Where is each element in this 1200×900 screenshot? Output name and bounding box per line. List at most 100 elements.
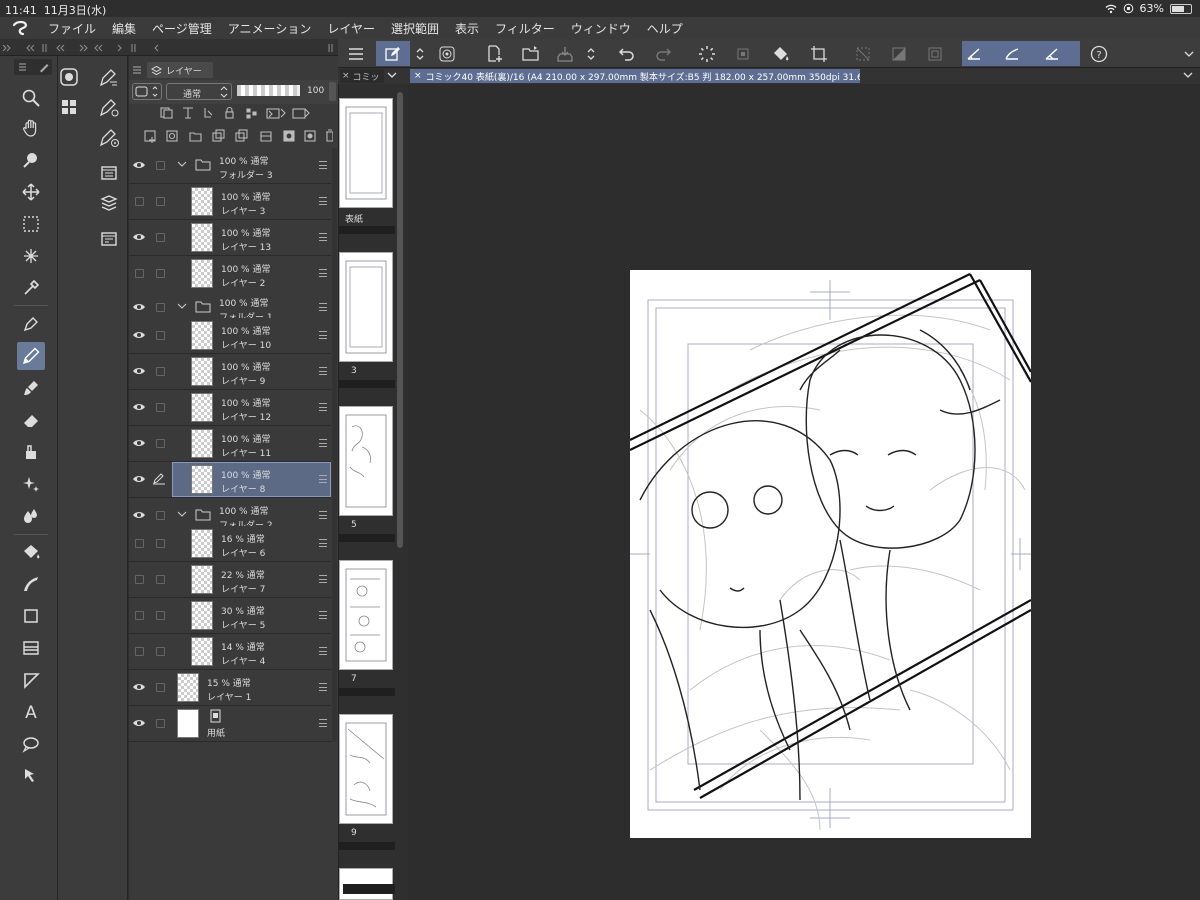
subtool-pencil-settings-icon[interactable] bbox=[96, 94, 122, 120]
subtool-stack-icon[interactable] bbox=[96, 190, 122, 216]
layer-menu-icon[interactable] bbox=[319, 197, 327, 205]
selection-border-icon[interactable] bbox=[922, 41, 948, 66]
layer-menu-icon[interactable] bbox=[319, 367, 327, 375]
open-file-icon[interactable] bbox=[518, 41, 544, 66]
visibility-off-box[interactable] bbox=[135, 647, 144, 656]
layer-lock-checkbox[interactable] bbox=[156, 269, 165, 278]
subtool-pencil-sync-icon[interactable] bbox=[96, 124, 122, 150]
subtool-window-icon[interactable] bbox=[96, 160, 122, 186]
visibility-eye-icon[interactable] bbox=[132, 474, 146, 484]
page-strip-scrollbar[interactable] bbox=[397, 92, 403, 548]
layer-lock-checkbox[interactable] bbox=[156, 511, 165, 520]
menu-help[interactable]: ヘルプ bbox=[639, 20, 691, 37]
layer-menu-icon[interactable] bbox=[319, 331, 327, 339]
visibility-eye-icon[interactable] bbox=[132, 366, 146, 376]
visibility-eye-icon[interactable] bbox=[132, 232, 146, 242]
layer-menu-icon[interactable] bbox=[319, 403, 327, 411]
layer-lock-checkbox[interactable] bbox=[156, 367, 165, 376]
menu-file[interactable]: ファイル bbox=[40, 20, 104, 37]
blend-mode-select[interactable]: 通常 bbox=[166, 83, 232, 100]
tab-page-manager[interactable]: × コミッ bbox=[340, 69, 384, 83]
menu-page[interactable]: ページ管理 bbox=[144, 20, 220, 37]
brush-tool-icon[interactable] bbox=[17, 374, 45, 402]
layer-row-paper[interactable]: 用紙 bbox=[129, 706, 331, 742]
layer-lock-checkbox[interactable] bbox=[156, 439, 165, 448]
canvas-tab-dropdown-icon[interactable] bbox=[1182, 70, 1196, 82]
save-icon[interactable] bbox=[552, 41, 578, 66]
subtool-panel-icon[interactable] bbox=[96, 226, 122, 252]
subtool-pencil-options-icon[interactable] bbox=[96, 64, 122, 90]
layer-menu-icon[interactable] bbox=[319, 511, 327, 519]
fill-tool-icon[interactable] bbox=[17, 538, 45, 566]
layer-lock-checkbox[interactable] bbox=[156, 197, 165, 206]
invert-selection-icon[interactable] bbox=[886, 41, 912, 66]
folder-expand-chevron-icon[interactable] bbox=[177, 160, 187, 168]
command-bar-collapse-icon[interactable] bbox=[1182, 41, 1196, 66]
page-thumbnail-5[interactable] bbox=[339, 406, 393, 516]
menu-view[interactable]: 表示 bbox=[447, 20, 487, 37]
stabilization-icons[interactable] bbox=[962, 44, 1080, 64]
layer-row-7[interactable]: 22 % 通常 レイヤー 7 bbox=[129, 562, 331, 598]
layer-row-folder-3[interactable]: 100 % 通常 フォルダー 3 bbox=[129, 148, 331, 184]
layer-color-picker[interactable] bbox=[132, 83, 162, 100]
figure-tool-icon[interactable] bbox=[17, 602, 45, 630]
layer-row-1[interactable]: 15 % 通常 レイヤー 1 bbox=[129, 670, 331, 706]
layer-lock-checkbox[interactable] bbox=[156, 611, 165, 620]
visibility-off-box[interactable] bbox=[135, 611, 144, 620]
menu-filter[interactable]: フィルター bbox=[487, 20, 563, 37]
layer-row-8[interactable]: 100 % 通常 レイヤー 8 bbox=[129, 462, 331, 498]
opacity-slider[interactable] bbox=[237, 85, 300, 96]
visibility-eye-icon[interactable] bbox=[132, 160, 146, 170]
layer-menu-icon[interactable] bbox=[319, 161, 327, 169]
layer-property-icons[interactable] bbox=[157, 106, 337, 120]
layer-menu-icon[interactable] bbox=[319, 611, 327, 619]
layer-menu-icon[interactable] bbox=[319, 439, 327, 447]
help-icon[interactable]: ? bbox=[1086, 41, 1112, 66]
layer-action-icons[interactable] bbox=[143, 129, 333, 143]
edit-mode-icon[interactable] bbox=[376, 41, 410, 66]
menu-edit[interactable]: 編集 bbox=[104, 20, 144, 37]
layer-lock-checkbox[interactable] bbox=[156, 539, 165, 548]
layer-menu-icon[interactable] bbox=[319, 475, 327, 483]
subtool-circle-icon[interactable] bbox=[56, 64, 82, 90]
page-tab-dropdown-icon[interactable] bbox=[386, 70, 400, 82]
hamburger-menu-icon[interactable] bbox=[344, 41, 368, 66]
sparkle-decoration-icon[interactable] bbox=[17, 470, 45, 498]
correct-line-icon[interactable] bbox=[17, 762, 45, 790]
layer-lock-checkbox[interactable] bbox=[156, 161, 165, 170]
crop-icon[interactable] bbox=[806, 41, 832, 66]
layer-row-2[interactable]: 100 % 通常 レイヤー 2 bbox=[129, 256, 331, 292]
speech-balloon-icon[interactable] bbox=[17, 730, 45, 758]
eraser-tool-icon[interactable] bbox=[17, 406, 45, 434]
visibility-off-box[interactable] bbox=[135, 539, 144, 548]
pencil-tool-icon[interactable] bbox=[17, 342, 45, 370]
save-options-arrows-icon[interactable] bbox=[584, 41, 598, 66]
layer-menu-icon[interactable] bbox=[319, 719, 327, 727]
menu-layer[interactable]: レイヤー bbox=[319, 20, 383, 37]
layer-menu-icon[interactable] bbox=[319, 683, 327, 691]
undo-icon[interactable] bbox=[614, 41, 640, 66]
layer-row-5[interactable]: 30 % 通常 レイヤー 5 bbox=[129, 598, 331, 634]
blend-drops-icon[interactable] bbox=[17, 502, 45, 530]
visibility-eye-icon[interactable] bbox=[132, 402, 146, 412]
hand-tool-icon[interactable] bbox=[17, 114, 45, 142]
layer-menu-icon[interactable] bbox=[319, 269, 327, 277]
zoom-tool-icon[interactable] bbox=[17, 84, 45, 112]
menu-window[interactable]: ウィンドウ bbox=[563, 20, 639, 37]
layer-row-12[interactable]: 100 % 通常 レイヤー 12 bbox=[129, 390, 331, 426]
page-thumbnail-7[interactable] bbox=[339, 560, 393, 670]
layer-lock-checkbox[interactable] bbox=[156, 403, 165, 412]
mode-switch-arrows-icon[interactable] bbox=[412, 41, 428, 66]
tab-canvas-document[interactable]: × コミック40 表紙(裏)/16 (A4 210.00 x 297.00mm … bbox=[410, 69, 860, 83]
visibility-eye-icon[interactable] bbox=[132, 438, 146, 448]
layer-lock-checkbox[interactable] bbox=[156, 575, 165, 584]
layer-row-10[interactable]: 100 % 通常 レイヤー 10 bbox=[129, 318, 331, 354]
visibility-eye-icon[interactable] bbox=[132, 330, 146, 340]
layer-lock-checkbox[interactable] bbox=[156, 683, 165, 692]
app-logo-icon[interactable] bbox=[0, 17, 40, 39]
layer-menu-icon[interactable] bbox=[319, 539, 327, 547]
selection-tool-icon[interactable] bbox=[17, 210, 45, 238]
layer-row-6[interactable]: 16 % 通常 レイヤー 6 bbox=[129, 526, 331, 562]
visibility-eye-icon[interactable] bbox=[132, 302, 146, 312]
blend-tool-icon[interactable] bbox=[17, 438, 45, 466]
